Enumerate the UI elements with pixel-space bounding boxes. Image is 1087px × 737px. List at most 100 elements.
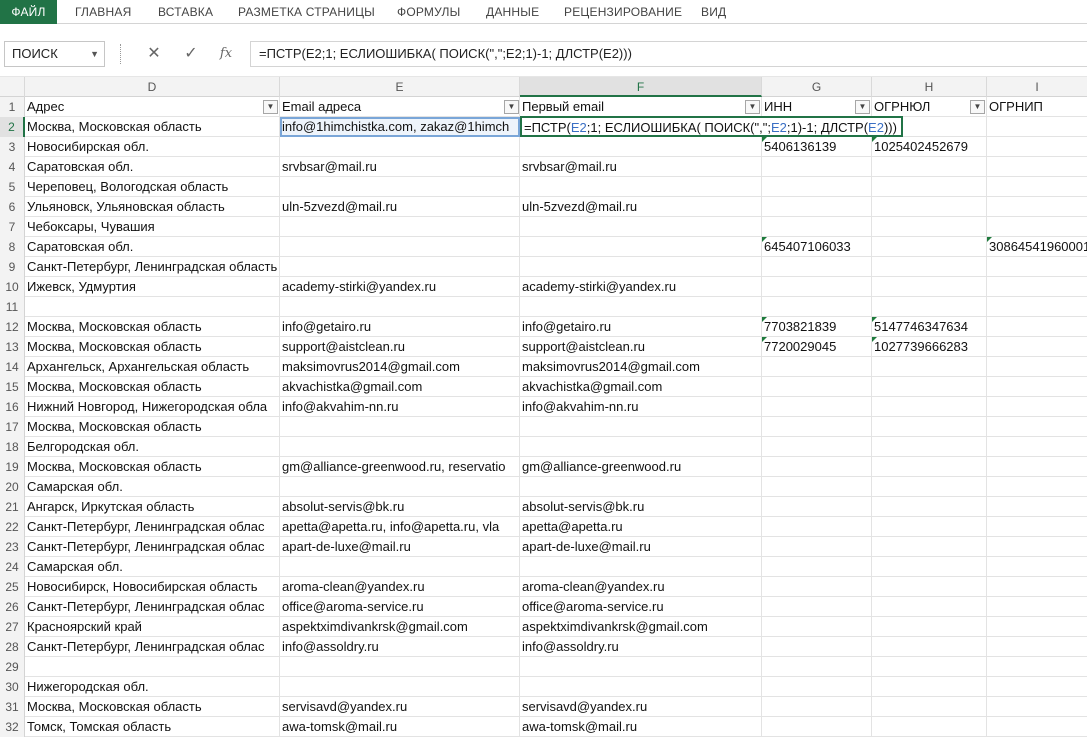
cell-e[interactable] [280, 657, 520, 677]
cell-f[interactable]: srvbsar@mail.ru [520, 157, 762, 177]
cell-h[interactable] [872, 517, 987, 537]
cell-i[interactable] [987, 317, 1087, 337]
cell-h[interactable] [872, 617, 987, 637]
cell-i[interactable] [987, 717, 1087, 737]
row-header[interactable]: 14 [0, 357, 25, 377]
cell-h[interactable] [872, 177, 987, 197]
filter-dropdown-icon[interactable]: ▼ [504, 100, 519, 114]
cell-g[interactable] [762, 697, 872, 717]
tab-home[interactable]: ГЛАВНАЯ [75, 0, 131, 24]
cell-e[interactable]: uln-5zvezd@mail.ru [280, 197, 520, 217]
cell-d[interactable]: Самарская обл. [25, 477, 280, 497]
cell-g[interactable] [762, 357, 872, 377]
cell-i[interactable] [987, 577, 1087, 597]
cell-e[interactable]: akvachistka@gmail.com [280, 377, 520, 397]
cell-d[interactable]: Чебоксары, Чувашия [25, 217, 280, 237]
cell-d[interactable]: Томск, Томская область [25, 717, 280, 737]
cell-h[interactable] [872, 437, 987, 457]
cell-g[interactable] [762, 477, 872, 497]
cell-d[interactable]: Красноярский край [25, 617, 280, 637]
cell-h[interactable] [872, 557, 987, 577]
cell-g[interactable] [762, 717, 872, 737]
cell-d[interactable]: Ангарск, Иркутская область [25, 497, 280, 517]
cell-g[interactable] [762, 257, 872, 277]
cell-g[interactable]: 5406136139 [762, 137, 872, 157]
tab-insert[interactable]: ВСТАВКА [158, 0, 213, 24]
cell-i[interactable] [987, 157, 1087, 177]
cell-g[interactable] [762, 617, 872, 637]
cell-d[interactable]: Новосибирская обл. [25, 137, 280, 157]
header-cell-emails[interactable]: Email адреса [280, 97, 520, 117]
cell-d[interactable]: Москва, Московская область [25, 117, 280, 137]
row-header[interactable]: 23 [0, 537, 25, 557]
cell-e[interactable]: info@getairo.ru [280, 317, 520, 337]
cell-g[interactable] [762, 377, 872, 397]
cell-e[interactable]: info@akvahim-nn.ru [280, 397, 520, 417]
cell-d[interactable]: Москва, Московская область [25, 337, 280, 357]
cell-e[interactable]: support@aistclean.ru [280, 337, 520, 357]
cell-e[interactable]: absolut-servis@bk.ru [280, 497, 520, 517]
cell-d[interactable]: Ижевск, Удмуртия [25, 277, 280, 297]
row-header[interactable]: 1 [0, 97, 25, 117]
header-cell-ogrnip[interactable]: ОГРНИП [987, 97, 1087, 117]
tab-data[interactable]: ДАННЫЕ [486, 0, 539, 24]
cell-g[interactable] [762, 517, 872, 537]
cell-h[interactable] [872, 297, 987, 317]
row-header[interactable]: 21 [0, 497, 25, 517]
cell-d[interactable]: Санкт-Петербург, Ленинградская облас [25, 597, 280, 617]
cell-e[interactable]: info@assoldry.ru [280, 637, 520, 657]
cell-f[interactable]: apart-de-luxe@mail.ru [520, 537, 762, 557]
tab-view[interactable]: ВИД [701, 0, 726, 24]
active-cell-editor[interactable]: =ПСТР(E2;1; ЕСЛИОШИБКА( ПОИСК(",";E2;1)-… [520, 116, 903, 137]
cell-d[interactable]: Саратовская обл. [25, 237, 280, 257]
cell-f[interactable]: servisavd@yandex.ru [520, 697, 762, 717]
cell-g[interactable] [762, 597, 872, 617]
cell-f[interactable] [520, 477, 762, 497]
cell-f[interactable]: aspektximdivankrsk@gmail.com [520, 617, 762, 637]
cell-g[interactable] [762, 417, 872, 437]
cell-h[interactable] [872, 477, 987, 497]
cell-i[interactable] [987, 537, 1087, 557]
cell-e[interactable]: aspektximdivankrsk@gmail.com [280, 617, 520, 637]
cell-f[interactable]: awa-tomsk@mail.ru [520, 717, 762, 737]
cell-i[interactable] [987, 457, 1087, 477]
cell-e[interactable]: apetta@apetta.ru, info@apetta.ru, vla [280, 517, 520, 537]
cell-h[interactable]: 5147746347634 [872, 317, 987, 337]
cell-f[interactable] [520, 237, 762, 257]
cell-e[interactable]: academy-stirki@yandex.ru [280, 277, 520, 297]
cell-e[interactable]: servisavd@yandex.ru [280, 697, 520, 717]
cell-g[interactable]: 7720029045 [762, 337, 872, 357]
cell-g[interactable] [762, 457, 872, 477]
cell-i[interactable] [987, 497, 1087, 517]
column-header-e[interactable]: E [280, 77, 520, 97]
cell-h[interactable] [872, 577, 987, 597]
cell-g[interactable] [762, 657, 872, 677]
cell-h[interactable] [872, 457, 987, 477]
cell-d[interactable]: Белгородская обл. [25, 437, 280, 457]
cell-g[interactable]: 7703821839 [762, 317, 872, 337]
cell-h[interactable] [872, 197, 987, 217]
cell-g[interactable] [762, 537, 872, 557]
cell-f[interactable] [520, 677, 762, 697]
tab-page-layout[interactable]: РАЗМЕТКА СТРАНИЦЫ [238, 0, 375, 24]
cell-f[interactable]: aroma-clean@yandex.ru [520, 577, 762, 597]
cell-f[interactable] [520, 657, 762, 677]
cell-i[interactable] [987, 277, 1087, 297]
cell-i[interactable] [987, 677, 1087, 697]
cell-f[interactable]: support@aistclean.ru [520, 337, 762, 357]
row-header[interactable]: 10 [0, 277, 25, 297]
cell-g[interactable] [762, 497, 872, 517]
filter-dropdown-icon[interactable]: ▼ [745, 100, 760, 114]
cell-i[interactable] [987, 397, 1087, 417]
cell-g[interactable] [762, 177, 872, 197]
cell-i[interactable] [987, 217, 1087, 237]
row-header[interactable]: 11 [0, 297, 25, 317]
cell-d[interactable]: Самарская обл. [25, 557, 280, 577]
cell-e[interactable] [280, 257, 520, 277]
cell-f[interactable]: info@akvahim-nn.ru [520, 397, 762, 417]
column-header-i[interactable]: I [987, 77, 1087, 97]
cancel-icon[interactable]: ✕ [140, 41, 168, 67]
row-header[interactable]: 6 [0, 197, 25, 217]
cell-f[interactable]: office@aroma-service.ru [520, 597, 762, 617]
cell-i[interactable] [987, 477, 1087, 497]
